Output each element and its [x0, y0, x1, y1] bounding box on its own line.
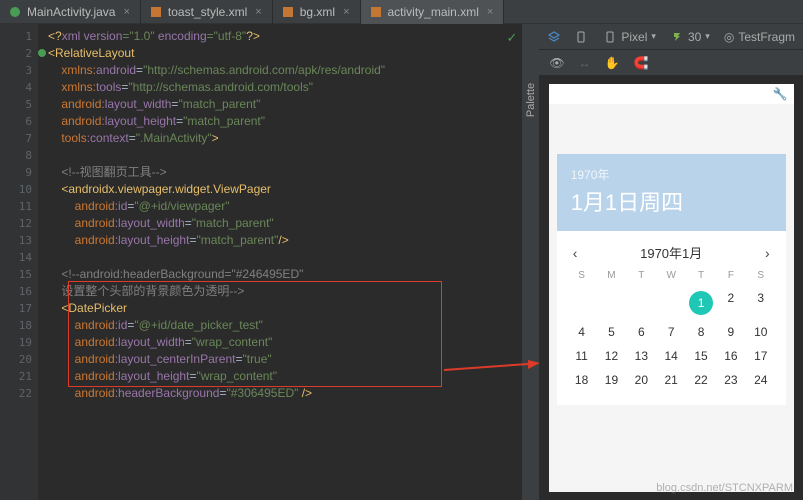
xml-icon — [281, 5, 295, 19]
editor-tabs: MainActivity.java× toast_style.xml× bg.x… — [0, 0, 803, 24]
dp-year[interactable]: 1970年 — [571, 166, 772, 183]
day-cell — [656, 291, 686, 315]
day-cell[interactable]: 12 — [597, 349, 627, 363]
design-canvas[interactable]: 🔧 1970年 1月1日周四 ‹ 1970年1月 › SMTWTFS123456… — [539, 76, 803, 500]
day-cell — [626, 291, 656, 315]
day-cell[interactable]: 1 — [686, 291, 716, 315]
close-icon[interactable]: × — [123, 6, 129, 18]
magnet-icon[interactable]: 🧲 — [634, 56, 649, 70]
watermark: blog.csdn.net/STCNXPARM — [656, 482, 793, 494]
day-cell[interactable]: 2 — [716, 291, 746, 315]
tab-activitymain[interactable]: activity_main.xml× — [361, 0, 505, 24]
layers-icon[interactable] — [547, 30, 561, 44]
day-header: M — [597, 270, 627, 281]
designer-panel: Palette Pixel▾ 30▾ ◎ TestFragm 👁 ↔ ✋ 🧲 🔧 — [521, 24, 803, 500]
close-icon[interactable]: × — [343, 6, 349, 18]
device-select[interactable]: Pixel▾ — [603, 30, 656, 44]
day-cell — [597, 291, 627, 315]
day-cell[interactable]: 9 — [716, 325, 746, 339]
code-content[interactable]: <?xml version="1.0" encoding="utf-8"?> <… — [38, 24, 521, 500]
orientation-icon[interactable] — [575, 30, 589, 44]
day-header: W — [656, 270, 686, 281]
day-cell[interactable]: 23 — [716, 373, 746, 387]
day-cell[interactable]: 24 — [746, 373, 776, 387]
java-icon — [8, 5, 22, 19]
day-cell[interactable]: 22 — [686, 373, 716, 387]
close-icon[interactable]: × — [487, 6, 493, 18]
xml-icon — [149, 5, 163, 19]
calendar-grid: SMTWTFS123456789101112131415161718192021… — [567, 270, 776, 387]
day-cell[interactable]: 20 — [626, 373, 656, 387]
day-cell[interactable]: 5 — [597, 325, 627, 339]
day-cell[interactable]: 6 — [626, 325, 656, 339]
designer-subtoolbar: 👁 ↔ ✋ 🧲 — [539, 50, 803, 76]
api-select[interactable]: 30▾ — [670, 30, 710, 44]
eye-icon[interactable]: 👁 — [549, 56, 564, 70]
day-cell[interactable]: 19 — [597, 373, 627, 387]
day-cell[interactable]: 16 — [716, 349, 746, 363]
day-cell[interactable]: 7 — [656, 325, 686, 339]
phone-preview: 🔧 1970年 1月1日周四 ‹ 1970年1月 › SMTWTFS123456… — [549, 84, 794, 492]
dp-date[interactable]: 1月1日周四 — [571, 185, 772, 217]
month-label: 1970年1月 — [640, 243, 702, 262]
day-cell[interactable]: 13 — [626, 349, 656, 363]
calendar: ‹ 1970年1月 › SMTWTFS123456789101112131415… — [557, 231, 786, 405]
next-month[interactable]: › — [765, 245, 770, 261]
day-cell[interactable]: 17 — [746, 349, 776, 363]
day-cell[interactable]: 4 — [567, 325, 597, 339]
arrows-icon[interactable]: ↔ — [579, 56, 591, 70]
day-cell[interactable]: 8 — [686, 325, 716, 339]
day-cell[interactable]: 21 — [656, 373, 686, 387]
day-cell[interactable]: 11 — [567, 349, 597, 363]
wrench-icon: 🔧 — [773, 87, 788, 101]
close-icon[interactable]: × — [255, 6, 261, 18]
main-split: ✓ 1 2 3 4 5 6 7 8 9 10 11 12 13 14 15 16… — [0, 24, 803, 500]
day-cell[interactable]: 14 — [656, 349, 686, 363]
day-cell[interactable]: 15 — [686, 349, 716, 363]
day-header: F — [716, 270, 746, 281]
xml-icon — [369, 5, 383, 19]
day-header: T — [686, 270, 716, 281]
tab-mainactivity[interactable]: MainActivity.java× — [0, 0, 141, 24]
hand-icon[interactable]: ✋ — [605, 56, 620, 70]
code-editor[interactable]: ✓ 1 2 3 4 5 6 7 8 9 10 11 12 13 14 15 16… — [0, 24, 521, 500]
fragment-select[interactable]: ◎ TestFragm — [724, 30, 795, 44]
designer-toolbar: Pixel▾ 30▾ ◎ TestFragm — [539, 24, 803, 50]
status-bar: 🔧 — [549, 84, 794, 104]
day-cell — [567, 291, 597, 315]
day-header: T — [626, 270, 656, 281]
gutter: 1 2 3 4 5 6 7 8 9 10 11 12 13 14 15 16 1… — [0, 24, 38, 500]
day-header: S — [746, 270, 776, 281]
palette-rail[interactable]: Palette — [521, 24, 539, 500]
day-cell[interactable]: 18 — [567, 373, 597, 387]
datepicker-header: 1970年 1月1日周四 — [557, 154, 786, 231]
tab-toaststyle[interactable]: toast_style.xml× — [141, 0, 273, 24]
tab-bg[interactable]: bg.xml× — [273, 0, 361, 24]
prev-month[interactable]: ‹ — [573, 245, 578, 261]
day-header: S — [567, 270, 597, 281]
day-cell[interactable]: 3 — [746, 291, 776, 315]
day-cell[interactable]: 10 — [746, 325, 776, 339]
